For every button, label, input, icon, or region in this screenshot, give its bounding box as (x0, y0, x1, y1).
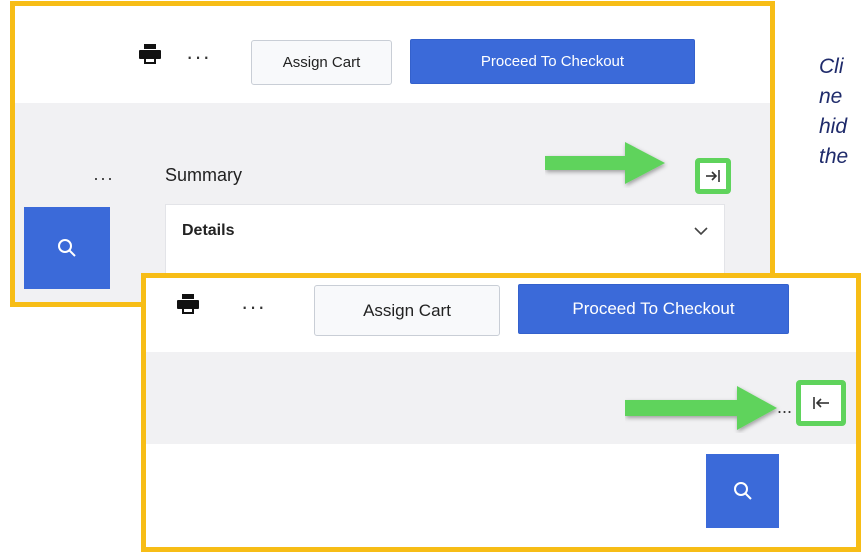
caption-line: hid (819, 115, 848, 138)
printer-icon[interactable] (177, 294, 199, 314)
printer-icon[interactable] (139, 44, 161, 64)
toolbar: ··· Assign Cart Proceed To Checkout (146, 278, 856, 352)
caption-line: the (819, 145, 849, 168)
caption-line: ne (819, 85, 843, 108)
search-icon (58, 239, 76, 257)
summary-title: Summary (165, 165, 243, 185)
caption-line: Cli (819, 55, 844, 78)
arrow-right-icon (625, 386, 777, 430)
expand-left-icon (813, 397, 829, 409)
assign-cart-button[interactable]: Assign Cart (251, 40, 392, 85)
proceed-to-checkout-button[interactable]: Proceed To Checkout (518, 284, 789, 334)
chevron-down-icon[interactable] (694, 223, 708, 241)
search-button[interactable] (24, 207, 110, 289)
assign-cart-button[interactable]: Assign Cart (314, 285, 500, 336)
arrow-right-icon (545, 142, 665, 184)
proceed-to-checkout-button[interactable]: Proceed To Checkout (410, 39, 695, 84)
side-more-button[interactable]: ··· (93, 169, 114, 187)
more-options-button[interactable]: ··· (241, 296, 266, 318)
search-icon (733, 482, 752, 500)
details-label: Details (182, 222, 235, 239)
search-button[interactable] (706, 454, 779, 528)
collapse-right-icon (706, 170, 720, 182)
instruction-caption: Cli ne hid the (819, 52, 861, 172)
more-options-button[interactable]: ··· (186, 46, 211, 68)
collapse-panel-button[interactable] (695, 158, 731, 194)
toolbar: ··· Assign Cart Proceed To Checkout (15, 6, 770, 103)
expand-panel-button[interactable] (796, 380, 846, 426)
